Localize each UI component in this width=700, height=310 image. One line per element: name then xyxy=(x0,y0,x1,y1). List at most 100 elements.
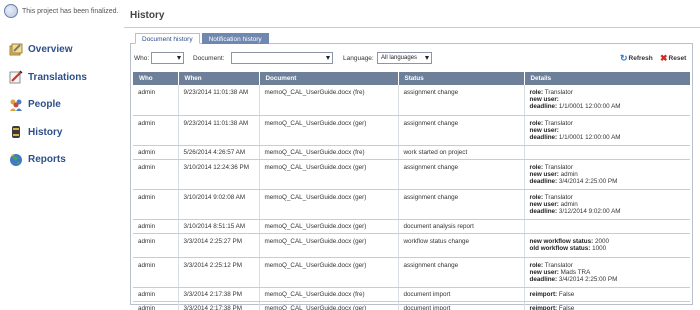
detail-value: 1000 xyxy=(592,244,607,252)
detail-value: Translator xyxy=(544,89,573,96)
detail-line: role: Translator xyxy=(530,164,688,171)
detail-key: deadline: xyxy=(529,133,558,141)
cell-details: role: Translator new user: admin deadline:… xyxy=(524,189,690,220)
cell-who: admin xyxy=(133,189,179,220)
detail-key: role: xyxy=(529,163,544,171)
wrench-icon xyxy=(9,43,23,56)
people-icon xyxy=(10,99,22,111)
table-row: admin 9/23/2014 11:01:38 AM memoQ_CAL_User… xyxy=(133,115,690,146)
detail-key: new user: xyxy=(529,96,559,103)
cell-when: 3/3/2014 2:17:38 PM xyxy=(178,301,260,310)
detail-value: False xyxy=(558,304,575,310)
detail-key: new user: xyxy=(529,200,559,208)
cell-document: memoQ_CAL_UserGuide.docx (ger) xyxy=(259,189,399,220)
cell-when: 3/10/2014 9:02:08 AM xyxy=(178,189,260,220)
sidebar: This project has been finalized. Overvie… xyxy=(0,0,124,310)
column-header-document[interactable]: Document xyxy=(259,72,399,85)
cell-who: admin xyxy=(133,257,179,288)
detail-value: Translator xyxy=(544,261,573,269)
refresh-label: Refresh xyxy=(628,54,653,62)
cell-details: new workflow status: 2000 old workflow st… xyxy=(524,233,690,258)
cell-who: admin xyxy=(133,233,179,258)
sidebar-item-history[interactable]: History xyxy=(8,119,124,147)
sidebar-item-reports[interactable]: Reports xyxy=(8,146,124,174)
chevron-down-icon xyxy=(326,56,330,60)
reports-icon xyxy=(10,153,22,166)
banner-text: This project has been finalized. xyxy=(22,7,119,15)
filter-bar: Who: Document: Language: All languages ↻… xyxy=(134,52,689,66)
cell-document: memoQ_CAL_UserGuide.docx (ger) xyxy=(259,159,399,190)
detail-line: new user: xyxy=(530,127,688,134)
who-select[interactable] xyxy=(151,52,184,64)
detail-value: 3/12/2014 9:02:00 AM xyxy=(558,207,621,215)
cell-who: admin xyxy=(133,145,179,160)
sidebar-item-label: Translations xyxy=(28,71,87,83)
detail-key: deadline: xyxy=(529,103,558,110)
history-tabs: Document history Notification history xyxy=(135,33,271,44)
detail-key: role: xyxy=(529,193,544,201)
document-select[interactable] xyxy=(231,52,333,64)
detail-value: admin xyxy=(560,200,578,208)
sidebar-item-overview[interactable]: Overview xyxy=(8,36,124,64)
detail-line: new user: admin xyxy=(530,201,688,208)
detail-line: reimport: False xyxy=(530,305,688,310)
column-header-details[interactable]: Details xyxy=(524,72,690,85)
cell-when: 3/10/2014 8:51:15 AM xyxy=(178,219,260,234)
detail-key: old workflow status: xyxy=(529,244,591,252)
reset-button[interactable]: ✖ Reset xyxy=(660,53,686,63)
cell-who: admin xyxy=(133,115,179,146)
cell-details: role: Translator new user: deadline: 1/1/… xyxy=(524,115,690,146)
detail-line: role: Translator xyxy=(530,120,688,127)
cell-when: 3/3/2014 2:17:38 PM xyxy=(178,287,260,302)
speech-bubble-icon xyxy=(4,4,18,18)
column-header-status[interactable]: Status xyxy=(398,72,525,85)
chevron-down-icon xyxy=(177,56,181,60)
table-row: admin 3/3/2014 2:25:12 PM memoQ_CAL_UserGu… xyxy=(133,257,690,288)
detail-line: new user: xyxy=(530,96,688,103)
detail-line: role: Translator xyxy=(530,194,688,201)
cell-status: assignment change xyxy=(398,257,525,288)
cell-status: document import xyxy=(398,301,525,310)
cell-who: admin xyxy=(133,85,179,116)
cell-status: work started on project xyxy=(398,145,525,160)
sidebar-item-people[interactable]: People xyxy=(8,91,124,119)
cell-details: reimport: False xyxy=(524,301,690,310)
cell-document: memoQ_CAL_UserGuide.docx (fre) xyxy=(259,145,399,160)
detail-key: role: xyxy=(529,119,544,127)
detail-line: old workflow status: 1000 xyxy=(530,245,688,252)
detail-key: deadline: xyxy=(529,275,558,283)
table-row: admin 3/3/2014 2:17:38 PM memoQ_CAL_UserGu… xyxy=(133,287,690,302)
language-select[interactable]: All languages xyxy=(377,52,432,64)
detail-value: False xyxy=(558,290,575,298)
cell-status: document import xyxy=(398,287,525,302)
table-row: admin 3/10/2014 9:02:08 AM memoQ_CAL_UserG… xyxy=(133,189,690,220)
sidebar-item-translations[interactable]: Translations xyxy=(8,64,124,92)
sidebar-nav: Overview Translations People History Rep… xyxy=(8,36,124,174)
refresh-button[interactable]: ↻ Refresh xyxy=(620,53,653,63)
detail-line: reimport: False xyxy=(530,291,688,298)
table-header-row: Who When Document Status Details xyxy=(133,72,690,85)
cell-status: workflow status change xyxy=(398,233,525,258)
table-row: admin 3/10/2014 8:51:15 AM memoQ_CAL_UserG… xyxy=(133,219,690,234)
table-row: admin 9/23/2014 11:01:38 AM memoQ_CAL_User… xyxy=(133,85,690,116)
cell-when: 3/3/2014 2:25:27 PM xyxy=(178,233,260,258)
sidebar-item-label: Overview xyxy=(28,44,73,56)
translations-icon xyxy=(9,70,23,84)
cell-when: 9/23/2014 11:01:38 AM xyxy=(178,115,260,146)
detail-key: new workflow status: xyxy=(529,237,594,245)
detail-value: Translator xyxy=(544,193,573,201)
cell-who: admin xyxy=(133,159,179,190)
document-label: Document: xyxy=(193,55,225,62)
detail-value: 1/1/0001 12:00:00 AM xyxy=(558,133,621,141)
column-header-when[interactable]: When xyxy=(178,72,260,85)
detail-line: deadline: 1/1/0001 12:00:00 AM xyxy=(530,134,688,141)
detail-value: 2000 xyxy=(594,237,609,245)
cell-when: 9/23/2014 11:01:38 AM xyxy=(178,85,260,116)
detail-key: new user: xyxy=(529,268,559,276)
cell-document: memoQ_CAL_UserGuide.docx (ger) xyxy=(259,115,399,146)
tab-document-history[interactable]: Document history xyxy=(135,33,200,44)
detail-line: deadline: 1/1/0001 12:00:00 AM xyxy=(530,103,688,110)
column-header-who[interactable]: Who xyxy=(133,72,179,85)
cell-document: memoQ_CAL_UserGuide.docx (fre) xyxy=(259,287,399,302)
tab-notification-history[interactable]: Notification history xyxy=(201,33,269,44)
